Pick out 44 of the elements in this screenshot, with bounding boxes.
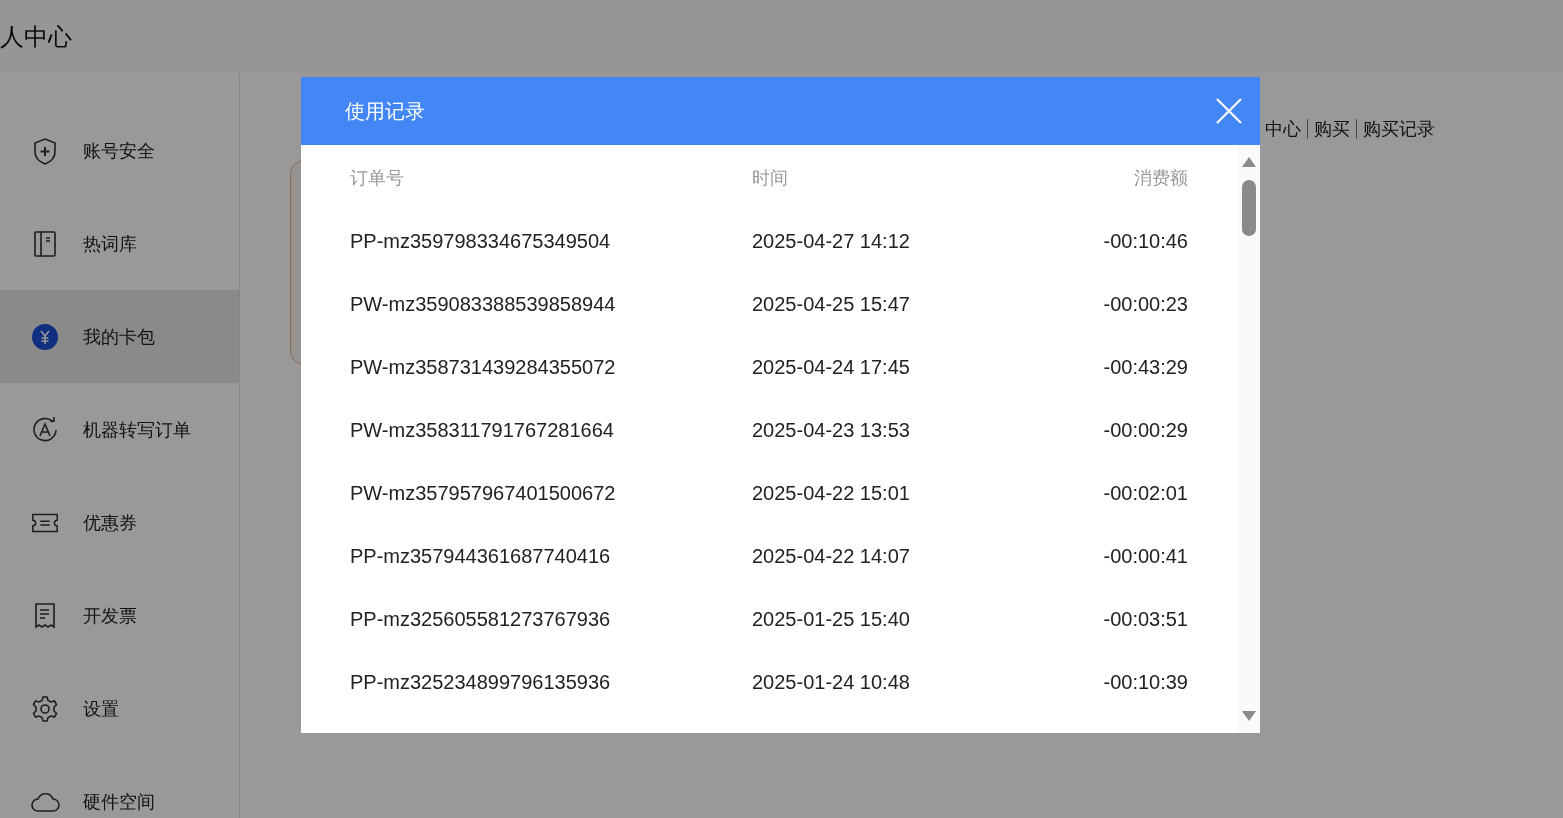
table-cell-text: PP-mz359798334675349504 (350, 228, 612, 254)
table-cell-text: -00:00:41 (1102, 543, 1188, 569)
table-cell-text: -00:00:23 (1102, 291, 1188, 317)
yen-icon (31, 322, 59, 351)
nav-link[interactable]: 购买 (1314, 115, 1350, 142)
table-cell-text: PP-mz325234899796135936 (350, 669, 612, 695)
table-cell-text: PW-mz359083388539858944 (350, 291, 617, 317)
table-cell-text: 2025-01-25 15:40 (752, 606, 911, 632)
table-cell-text: 2025-04-22 14:07 (752, 543, 911, 569)
column-header: 消费额 (1133, 165, 1188, 190)
table-cell-text: -00:10:39 (1102, 669, 1188, 695)
gear-icon (31, 694, 59, 723)
table-cell-text: -00:43:29 (1102, 354, 1188, 380)
table-cell-text: PP-mz357944361687740416 (350, 543, 612, 569)
nav-link[interactable]: 购买记录 (1363, 115, 1435, 142)
table-cell-text: 2025-01-24 10:48 (752, 669, 911, 695)
sidebar-item[interactable]: 我的卡包 (0, 290, 239, 383)
table-cell-text: -00:03:51 (1102, 606, 1188, 632)
table-cell-text: 2025-04-25 15:47 (752, 291, 911, 317)
book-icon (32, 229, 58, 258)
table-cell-text: PW-mz357957967401500672 (350, 480, 617, 506)
table-cell-text: PP-mz325605581273767936 (350, 606, 612, 632)
nav-link[interactable]: 中心 (1265, 115, 1301, 142)
table-cell-text: 2025-04-27 14:12 (752, 228, 911, 254)
table-cell-text: 2025-04-24 17:45 (752, 354, 911, 380)
table-cell-text: -00:02:01 (1102, 480, 1188, 506)
column-header: 订单号 (350, 165, 405, 190)
table-cell-text: 2025-04-23 13:53 (752, 417, 911, 443)
table-cell-text: 2025-04-22 15:01 (752, 480, 911, 506)
scrollbar-thumb[interactable] (1242, 180, 1256, 236)
table-cell-text: -00:00:29 (1102, 417, 1188, 443)
receipt-icon (32, 601, 58, 630)
scroll-down-icon[interactable] (1242, 711, 1256, 721)
dialog-title: 使用记录 (345, 98, 425, 125)
shield-icon (32, 136, 58, 165)
refresh-a-icon (31, 415, 59, 444)
column-header: 时间 (752, 165, 789, 190)
scrollbar[interactable] (1238, 145, 1260, 733)
scroll-up-icon[interactable] (1242, 157, 1256, 167)
table-cell-text: -00:10:46 (1102, 228, 1188, 254)
close-icon[interactable] (1216, 98, 1242, 124)
table-cell-text: PW-mz358731439284355072 (350, 354, 617, 380)
table-cell-text: PW-mz358311791767281664 (350, 417, 615, 443)
page-title: 人中心 (0, 21, 72, 53)
